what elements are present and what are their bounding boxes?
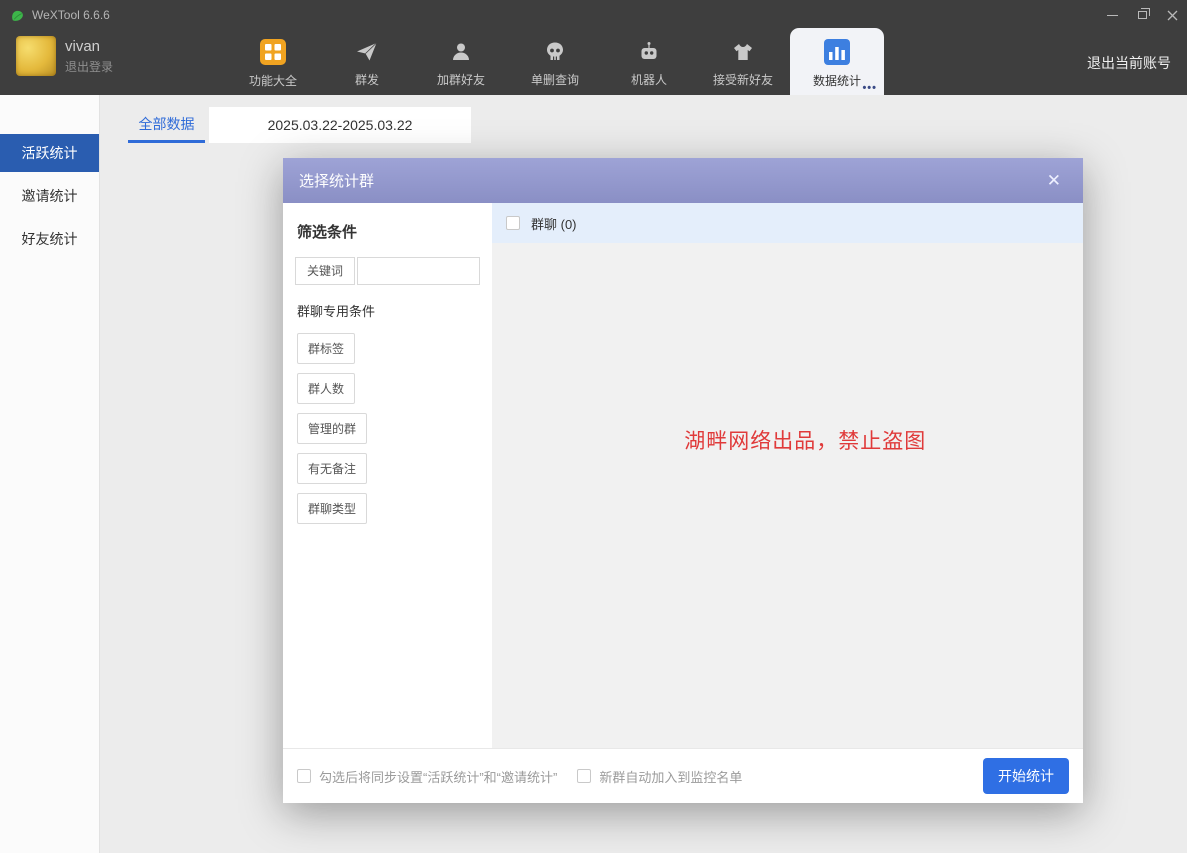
group-list-header: 群聊 (0) [492, 203, 1083, 243]
auto-add-checkbox[interactable] [577, 769, 591, 783]
select-stat-groups-dialog: 选择统计群 ✕ 筛选条件 关键词 群聊专用条件 群标签 群人数 管理的群 有无备… [283, 158, 1083, 803]
minimize-button[interactable] [1097, 0, 1127, 30]
filter-managed-groups-button[interactable]: 管理的群 [297, 413, 367, 444]
filter-group-type-button[interactable]: 群聊类型 [297, 493, 367, 524]
tool-robot[interactable]: 机器人 [602, 30, 696, 95]
tool-label: 功能大全 [249, 72, 297, 89]
tabstrip: 全部数据 2025.03.22-2025.03.22 [101, 107, 1187, 143]
restore-button[interactable] [1127, 0, 1157, 30]
keyword-button[interactable]: 关键词 [295, 257, 355, 285]
avatar [16, 36, 56, 76]
titlebar: WeXTool 6.6.6 [0, 0, 1187, 30]
account-text: vivan 退出登录 [65, 38, 113, 75]
auto-add-group: 新群自动加入到监控名单 [577, 767, 742, 786]
filter-panel: 筛选条件 关键词 群聊专用条件 群标签 群人数 管理的群 有无备注 群聊类型 [283, 203, 492, 748]
sync-settings-label: 勾选后将同步设置“活跃统计”和“邀请统计” [319, 767, 557, 786]
sidebar: 活跃统计 邀请统计 好友统计 [0, 95, 100, 853]
close-icon [1167, 10, 1178, 21]
tool-label: 加群好友 [437, 71, 485, 88]
tool-label: 单删查询 [531, 71, 579, 88]
tool-label: 数据统计 [813, 72, 861, 89]
tool-all-features[interactable]: 功能大全 [226, 30, 320, 95]
tool-label: 群发 [355, 71, 379, 88]
logout-account-button[interactable]: 退出当前账号 [1087, 30, 1171, 95]
app-window: WeXTool 6.6.6 vivan 退出登录 功能大全 群发 [0, 0, 1187, 853]
paper-plane-icon [355, 40, 379, 64]
minimize-icon [1107, 15, 1118, 16]
group-list-panel: 群聊 (0) 湖畔网络出品，禁止盗图 [492, 203, 1083, 748]
watermark-text: 湖畔网络出品，禁止盗图 [684, 425, 926, 455]
tab-date-range[interactable]: 2025.03.22-2025.03.22 [209, 107, 471, 143]
dialog-body: 筛选条件 关键词 群聊专用条件 群标签 群人数 管理的群 有无备注 群聊类型 群… [283, 203, 1083, 748]
tool-deleted-check[interactable]: 单删查询 [508, 30, 602, 95]
keyword-input[interactable] [357, 257, 480, 285]
person-icon [449, 40, 473, 64]
shirt-icon [731, 40, 755, 64]
app-logo-icon [10, 8, 25, 23]
tool-label: 接受新好友 [713, 71, 773, 88]
select-all-checkbox[interactable] [506, 216, 520, 230]
tab-all-data[interactable]: 全部数据 [128, 107, 205, 143]
tool-accept-friends[interactable]: 接受新好友 [696, 30, 790, 95]
tool-mass-send[interactable]: 群发 [320, 30, 414, 95]
dialog-footer: 勾选后将同步设置“活跃统计”和“邀请统计” 新群自动加入到监控名单 开始统计 [283, 748, 1083, 803]
toolbar: vivan 退出登录 功能大全 群发 加群好友 单删查询 [0, 30, 1187, 95]
account-area: vivan 退出登录 [16, 36, 113, 76]
group-filter-heading: 群聊专用条件 [297, 301, 480, 320]
close-button[interactable] [1157, 0, 1187, 30]
sidebar-item-invite-stats[interactable]: 邀请统计 [0, 177, 99, 215]
bar-chart-icon [824, 39, 850, 65]
dialog-titlebar: 选择统计群 ✕ [283, 158, 1083, 203]
window-title: WeXTool 6.6.6 [32, 8, 110, 22]
dialog-close-icon[interactable]: ✕ [1041, 171, 1067, 191]
tool-statistics[interactable]: 数据统计 ••• [790, 28, 884, 95]
tool-add-group-friends[interactable]: 加群好友 [414, 30, 508, 95]
restore-icon [1138, 11, 1147, 19]
sidebar-item-active-stats[interactable]: 活跃统计 [0, 134, 99, 172]
auto-add-label: 新群自动加入到监控名单 [599, 767, 742, 786]
group-list-count-label: 群聊 (0) [531, 214, 577, 233]
sync-settings-checkbox[interactable] [297, 769, 311, 783]
toolbar-tools: 功能大全 群发 加群好友 单删查询 机器人 接受新好友 [226, 30, 884, 95]
filter-heading: 筛选条件 [297, 221, 480, 242]
start-statistics-button[interactable]: 开始统计 [983, 758, 1069, 794]
grid-icon [260, 39, 286, 65]
more-options-dots[interactable]: ••• [862, 82, 877, 94]
group-list-body: 湖畔网络出品，禁止盗图 [492, 243, 1083, 748]
tool-label: 机器人 [631, 71, 667, 88]
skull-icon [543, 40, 567, 64]
dialog-title: 选择统计群 [299, 170, 1041, 191]
sidebar-item-friend-stats[interactable]: 好友统计 [0, 220, 99, 258]
keyword-row: 关键词 [295, 257, 480, 285]
filter-group-size-button[interactable]: 群人数 [297, 373, 355, 404]
account-name: vivan [65, 38, 113, 55]
robot-icon [637, 40, 661, 64]
logout-link[interactable]: 退出登录 [65, 58, 113, 75]
filter-has-remark-button[interactable]: 有无备注 [297, 453, 367, 484]
filter-group-tag-button[interactable]: 群标签 [297, 333, 355, 364]
